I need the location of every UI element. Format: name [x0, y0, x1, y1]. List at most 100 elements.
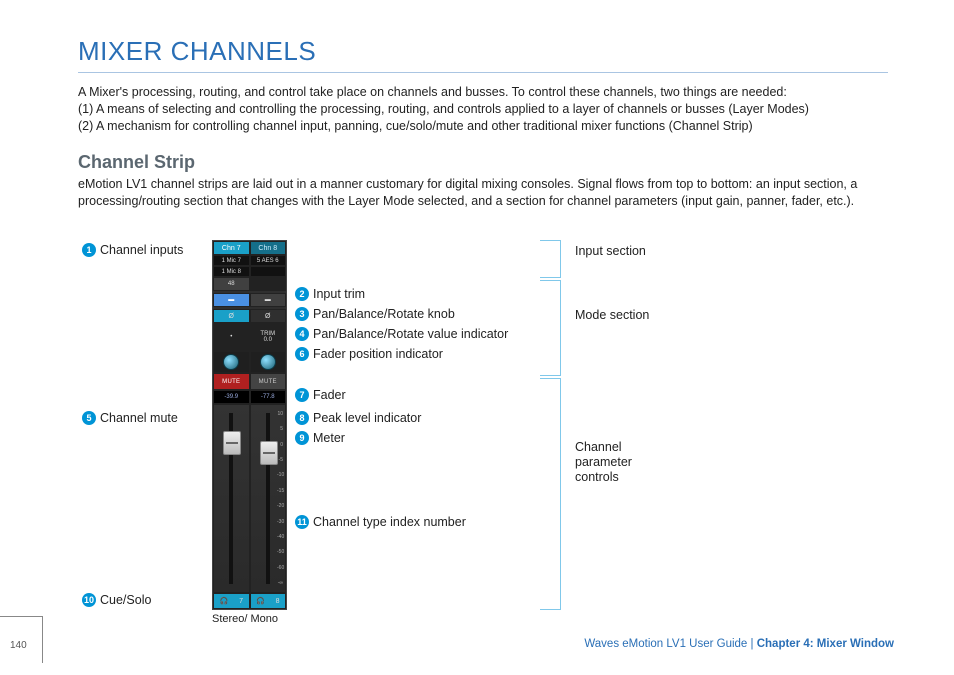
headphone-icon: 🎧: [256, 597, 265, 605]
footer-chapter: Chapter 4: Mixer Window: [757, 638, 894, 650]
level-readout-7: -39.9: [213, 390, 250, 404]
callout-channel-mute: 5 Channel mute: [82, 411, 178, 425]
callout-pan-knob: 3 Pan/Balance/Rotate knob: [295, 307, 455, 321]
channel-strip-illustration: Chn 7 Chn 8 1 Mic 7 5 AES 6 1 Mic 8 48 ▬…: [212, 240, 287, 610]
callout-text-5: Channel mute: [100, 411, 178, 425]
page-title: MIXER CHANNELS: [78, 36, 316, 67]
input-mic-7a: 1 Mic 7: [213, 255, 250, 266]
footer: Waves eMotion LV1 User Guide | Chapter 4…: [584, 638, 894, 650]
phantom-48v-8: [250, 277, 287, 291]
callout-number-4: 4: [295, 327, 309, 341]
page: MIXER CHANNELS A Mixer's processing, rou…: [0, 0, 954, 675]
trim-dot: •: [230, 334, 232, 340]
fader-track-icon: [266, 413, 270, 584]
bracket-input-section: [540, 240, 561, 278]
pan-cell-7: [213, 351, 250, 373]
intro-line-1: A Mixer's processing, routing, and contr…: [78, 84, 898, 101]
fader-cap-icon: [260, 441, 278, 465]
pan-knob-icon: [260, 354, 276, 370]
callout-fader: 7 Fader: [295, 388, 346, 402]
bracket-label-params: Channel parameter controls: [575, 440, 675, 485]
input-aes: 5 AES 6: [250, 255, 287, 266]
callout-text-6: Fader position indicator: [313, 347, 443, 361]
mute-button-7: MUTE: [213, 373, 250, 390]
callout-text-10: Cue/Solo: [100, 593, 151, 607]
callout-text-7: Fader: [313, 388, 346, 402]
callout-number-10: 10: [82, 593, 96, 607]
tick: -20: [277, 503, 283, 509]
bracket-label-input: Input section: [575, 244, 646, 258]
callout-text-1: Channel inputs: [100, 243, 183, 257]
solo-cell-7: 🎧 7: [213, 593, 250, 609]
callout-number-1: 1: [82, 243, 96, 257]
title-underline: [78, 72, 888, 73]
input-blank: [250, 266, 287, 277]
callout-number-11: 11: [295, 515, 309, 529]
phantom-48v-7: 48: [213, 277, 250, 291]
bracket-channel-params: [540, 378, 561, 610]
trim-value: 0.0: [264, 337, 272, 343]
intro-line-2: (1) A means of selecting and controlling…: [78, 101, 898, 118]
callout-cue-solo: 10 Cue/Solo: [82, 593, 151, 607]
callout-fader-position: 6 Fader position indicator: [295, 347, 443, 361]
callout-text-4: Pan/Balance/Rotate value indicator: [313, 327, 508, 341]
channel-header-8: Chn 8: [250, 241, 287, 255]
channel-index-8: 8: [276, 598, 280, 605]
callout-number-5: 5: [82, 411, 96, 425]
fader-area: 10 5 0 -5 -10 -15 -20 -30 -40 -50 -60 -∞: [213, 404, 286, 593]
fader-col-8: 10 5 0 -5 -10 -15 -20 -30 -40 -50 -60 -∞: [250, 404, 287, 593]
mute-button-8: MUTE: [250, 373, 287, 390]
callout-peak-level: 8 Peak level indicator: [295, 411, 421, 425]
callout-number-6: 6: [295, 347, 309, 361]
channel-index-7: 7: [239, 598, 243, 605]
bracket-mode-section: [540, 280, 561, 376]
callout-number-8: 8: [295, 411, 309, 425]
fader-cap-icon: [223, 431, 241, 455]
tick: -60: [277, 565, 283, 571]
callout-input-trim: 2 Input trim: [295, 287, 365, 301]
trim-box-8: TRIM 0.0: [250, 323, 287, 351]
intro-line-3: (2) A mechanism for controlling channel …: [78, 118, 898, 135]
tick: -30: [277, 519, 283, 525]
tick: -15: [277, 488, 283, 494]
page-number: 140: [10, 640, 27, 651]
tick: 5: [277, 426, 283, 432]
trim-box-7: •: [213, 323, 250, 351]
tick: -∞: [277, 580, 283, 586]
solo-cell-8: 🎧 8: [250, 593, 287, 609]
tick: -40: [277, 534, 283, 540]
callout-text-11: Channel type index number: [313, 515, 466, 529]
fader-col-7: [213, 404, 250, 593]
tick: -50: [277, 549, 283, 555]
strip-caption: Stereo/ Mono: [212, 613, 278, 625]
bracket-label-mode: Mode section: [575, 308, 649, 322]
channel-header-7: Chn 7: [213, 241, 250, 255]
callout-text-9: Meter: [313, 431, 345, 445]
callout-number-3: 3: [295, 307, 309, 321]
phase-invert-7: Ø: [213, 309, 250, 323]
input-toggle-8: ▬: [250, 293, 287, 307]
callout-text-2: Input trim: [313, 287, 365, 301]
fader-ticks: 10 5 0 -5 -10 -15 -20 -30 -40 -50 -60 -∞: [277, 411, 283, 586]
pan-knob-icon: [223, 354, 239, 370]
callout-text-3: Pan/Balance/Rotate knob: [313, 307, 455, 321]
input-toggle-7: ▬: [213, 293, 250, 307]
tick: 0: [277, 442, 283, 448]
tick: -5: [277, 457, 283, 463]
callout-pan-value: 4 Pan/Balance/Rotate value indicator: [295, 327, 508, 341]
section-body: eMotion LV1 channel strips are laid out …: [78, 176, 898, 210]
callout-text-8: Peak level indicator: [313, 411, 421, 425]
callout-index-number: 11 Channel type index number: [295, 515, 466, 529]
callout-channel-inputs: 1 Channel inputs: [82, 243, 183, 257]
callout-number-7: 7: [295, 388, 309, 402]
callout-number-9: 9: [295, 431, 309, 445]
section-title: Channel Strip: [78, 152, 195, 173]
phase-invert-8: Ø: [250, 309, 287, 323]
input-mic-7b: 1 Mic 8: [213, 266, 250, 277]
callout-meter: 9 Meter: [295, 431, 345, 445]
level-readout-8: -77.8: [250, 390, 287, 404]
headphone-icon: 🎧: [219, 597, 228, 605]
callout-number-2: 2: [295, 287, 309, 301]
pan-cell-8: [250, 351, 287, 373]
footer-guide: Waves eMotion LV1 User Guide: [584, 638, 750, 650]
